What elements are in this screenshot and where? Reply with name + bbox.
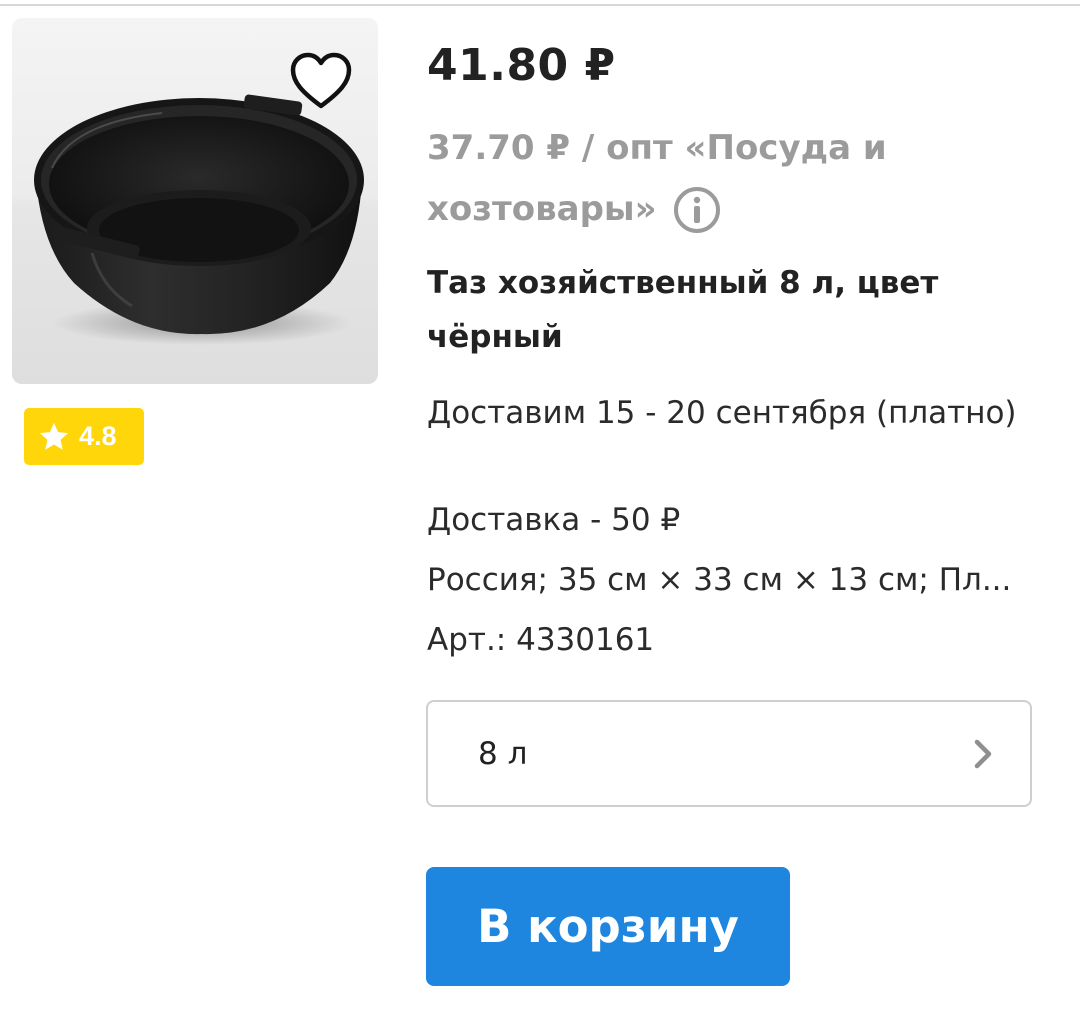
delivery-cost: Доставка - 50 ₽ bbox=[427, 502, 681, 538]
product-title[interactable]: Таз хозяйственный 8 л, цвет чёрный bbox=[427, 256, 1027, 364]
wholesale-price: 37.70 ₽ / опт «Посуда и хозтовары» bbox=[427, 118, 927, 240]
delivery-date: Доставим 15 - 20 сентября (платно) bbox=[427, 395, 1017, 431]
product-specs: Россия; 35 см × 33 см × 13 см; Пл... bbox=[427, 562, 1012, 598]
rating-value: 4.8 bbox=[79, 421, 117, 451]
product-sku: Арт.: 4330161 bbox=[427, 622, 655, 658]
product-card: 4.8 41.80 ₽ 37.70 ₽ / опт «Посуда и хозт… bbox=[0, 0, 1080, 1029]
wholesale-price-line1: 37.70 ₽ / опт «Посуда и bbox=[427, 128, 887, 168]
price: 41.80 ₽ bbox=[427, 40, 616, 91]
rating-badge: 4.8 bbox=[24, 408, 144, 465]
add-to-cart-button[interactable]: В корзину bbox=[426, 867, 790, 986]
wholesale-price-line2: хозтовары» bbox=[427, 189, 657, 229]
wholesale-price-line2-row: хозтовары» bbox=[427, 179, 927, 240]
favorite-heart-icon[interactable] bbox=[288, 50, 354, 112]
variant-label: 8 л bbox=[478, 735, 528, 772]
info-circle-icon[interactable] bbox=[673, 186, 721, 234]
chevron-right-icon bbox=[974, 739, 992, 768]
variant-selector[interactable]: 8 л bbox=[426, 700, 1032, 807]
star-icon bbox=[39, 422, 69, 450]
